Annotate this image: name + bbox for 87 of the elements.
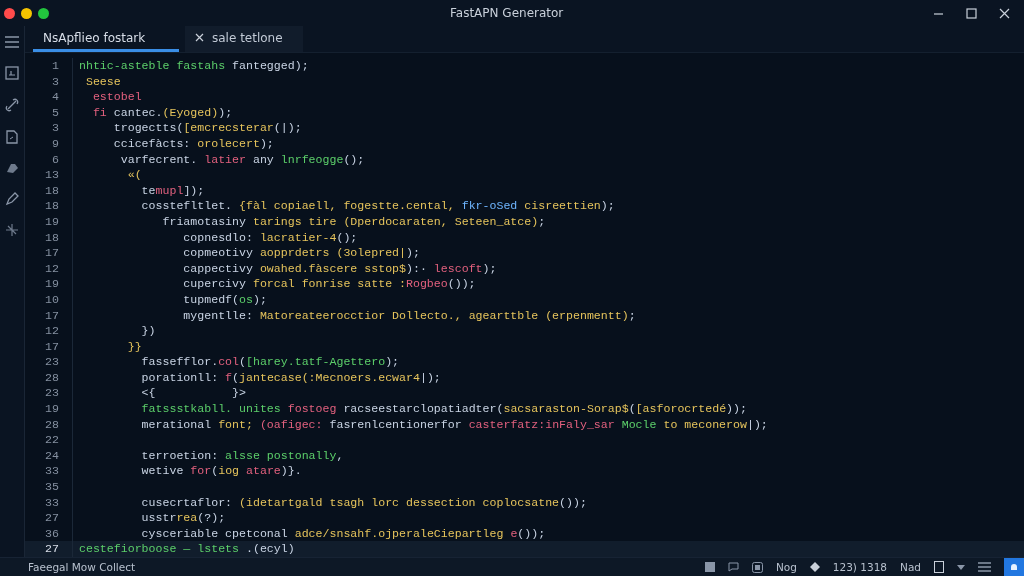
link-icon[interactable] bbox=[5, 98, 19, 112]
line-number: 6 bbox=[51, 151, 59, 168]
line-number: 17 bbox=[44, 338, 59, 355]
line-number: 27 bbox=[44, 510, 59, 526]
line-number: 9 bbox=[51, 135, 59, 152]
line-number: 5 bbox=[51, 104, 59, 121]
zoom-window-dot[interactable] bbox=[38, 7, 49, 19]
line-number: 23 bbox=[44, 354, 59, 370]
code-line: merational font; (oafigec: fasrenlcentionerfor casterfatz:inFaly_sar Mocle to meconerow|); bbox=[140, 416, 768, 433]
line-number: 36 bbox=[44, 525, 59, 542]
status-message: Faeegal Mow Collect bbox=[27, 561, 136, 573]
code-line: fatssstkabll. unites fostoeg racseestarclopatiadter(sacsaraston-Sorap$([asforocrtedé)); bbox=[140, 401, 747, 417]
line-number: 3 bbox=[51, 73, 59, 90]
code-line: copnesdlo: lacratier-4(); bbox=[182, 229, 358, 246]
code-line: usstrrea(?); bbox=[140, 510, 226, 526]
line-number: 19 bbox=[44, 276, 59, 292]
minimize-window-dot[interactable] bbox=[21, 7, 32, 19]
code-line: trogectts([emcrecsterar(|); bbox=[112, 120, 302, 136]
code-line: <{ }> bbox=[140, 385, 246, 402]
line-number: 4 bbox=[51, 89, 59, 105]
code-line: }} bbox=[126, 338, 142, 355]
line-number: 28 bbox=[44, 416, 59, 433]
diamond-icon[interactable] bbox=[809, 562, 820, 572]
line-number: 27 bbox=[44, 541, 59, 557]
code-line: tupmedf(os); bbox=[182, 291, 267, 308]
code-line: cupercivy forcal fonrise satte :Rogbeo()); bbox=[182, 276, 476, 292]
line-number: 22 bbox=[44, 432, 59, 448]
line-number: 13 bbox=[44, 167, 59, 183]
code-line: fi cantec.(Eyoged)); bbox=[91, 104, 233, 121]
line-number: 17 bbox=[44, 307, 59, 324]
notifications-button[interactable] bbox=[1004, 558, 1024, 576]
line-number: 35 bbox=[44, 479, 59, 495]
code-line: cappectivy owahed.fàscere sstop$):· lescoft); bbox=[182, 260, 497, 277]
code-line: wetive for(iog atare)}. bbox=[140, 463, 302, 480]
line-number: 23 bbox=[44, 385, 59, 402]
pen-icon[interactable] bbox=[5, 192, 19, 206]
close-window-dot[interactable] bbox=[4, 7, 15, 19]
line-number: 33 bbox=[44, 463, 59, 480]
caret-icon[interactable] bbox=[957, 564, 965, 570]
line-number: 19 bbox=[44, 213, 59, 230]
code-line: cosstefltlet. {fàl copiaell, fogestte.cental, fkr-oSed cisreettien); bbox=[140, 198, 615, 214]
code-line: mygentlle: Matoreateerocctior Dollecto., agearttble (erpenmentt); bbox=[182, 307, 636, 324]
code-line: }) bbox=[140, 323, 156, 339]
code-line: ccicefàcts: orolecert); bbox=[112, 135, 274, 152]
line-number: 33 bbox=[44, 494, 59, 511]
file-icon[interactable] bbox=[5, 66, 19, 80]
line-number: 18 bbox=[44, 229, 59, 246]
line-number: 24 bbox=[44, 447, 59, 464]
status-item[interactable]: 123) 1318 bbox=[832, 561, 888, 573]
line-number: 12 bbox=[44, 323, 59, 339]
code-line: terroetion: alsse postonally, bbox=[140, 447, 344, 464]
layout-icon[interactable] bbox=[978, 562, 991, 572]
code-line: friamotasiny tarings tire (Dperdocaraten, Seteen_atce); bbox=[161, 213, 546, 230]
line-number: 17 bbox=[44, 245, 59, 261]
status-item[interactable]: Nad bbox=[900, 561, 921, 573]
line-number: 19 bbox=[44, 401, 59, 417]
editor-tab[interactable]: NsApflieo fostark bbox=[33, 26, 179, 52]
code-line: nhtic-asteble fastahs fantegged); bbox=[79, 58, 309, 74]
code-line: cestefiorboose — lstets .(ecyl) bbox=[79, 541, 295, 557]
code-line: varfecrent. latier any lnrfeogge(); bbox=[119, 151, 365, 168]
square-icon[interactable] bbox=[704, 562, 715, 572]
document-icon[interactable] bbox=[6, 130, 18, 144]
menu-icon[interactable] bbox=[5, 36, 19, 48]
line-number: 1 bbox=[51, 58, 59, 74]
code-line: temupl]); bbox=[140, 182, 205, 199]
code-line: porationll: f(jantecase(:Mecnoers.ecwar4|); bbox=[140, 369, 441, 386]
close-icon[interactable] bbox=[195, 33, 204, 42]
line-number: 10 bbox=[44, 291, 59, 308]
status-item[interactable]: Nog bbox=[775, 561, 797, 573]
line-number: 18 bbox=[44, 182, 59, 199]
code-line: Seese bbox=[84, 73, 121, 90]
code-line: copmeotivy aopprdetrs (3olepred|); bbox=[182, 245, 420, 261]
code-line: cusecrtaflor: (idetartgald tsagh lorc dessection coplocsatne()); bbox=[140, 494, 587, 511]
close-icon[interactable] bbox=[999, 7, 1010, 19]
line-number: 3 bbox=[51, 120, 59, 136]
box-icon[interactable] bbox=[751, 561, 763, 573]
code-line: cysceriable cpetconal adce/snsahf.ojperaleCiepartleg e()); bbox=[140, 525, 546, 542]
editor-tab[interactable]: sale tetlone bbox=[185, 26, 303, 52]
code-line: fassefflor.col([harey.tatf-Agettero); bbox=[140, 354, 400, 370]
line-number: 18 bbox=[44, 198, 59, 214]
code-line: estobel bbox=[91, 89, 142, 105]
code-line: «( bbox=[126, 167, 142, 183]
window-title: FastAPN Generator bbox=[450, 6, 564, 20]
maximize-icon[interactable] bbox=[966, 7, 977, 19]
line-number: 12 bbox=[44, 260, 59, 277]
line-number: 28 bbox=[44, 369, 59, 386]
chat-icon[interactable] bbox=[727, 562, 739, 572]
